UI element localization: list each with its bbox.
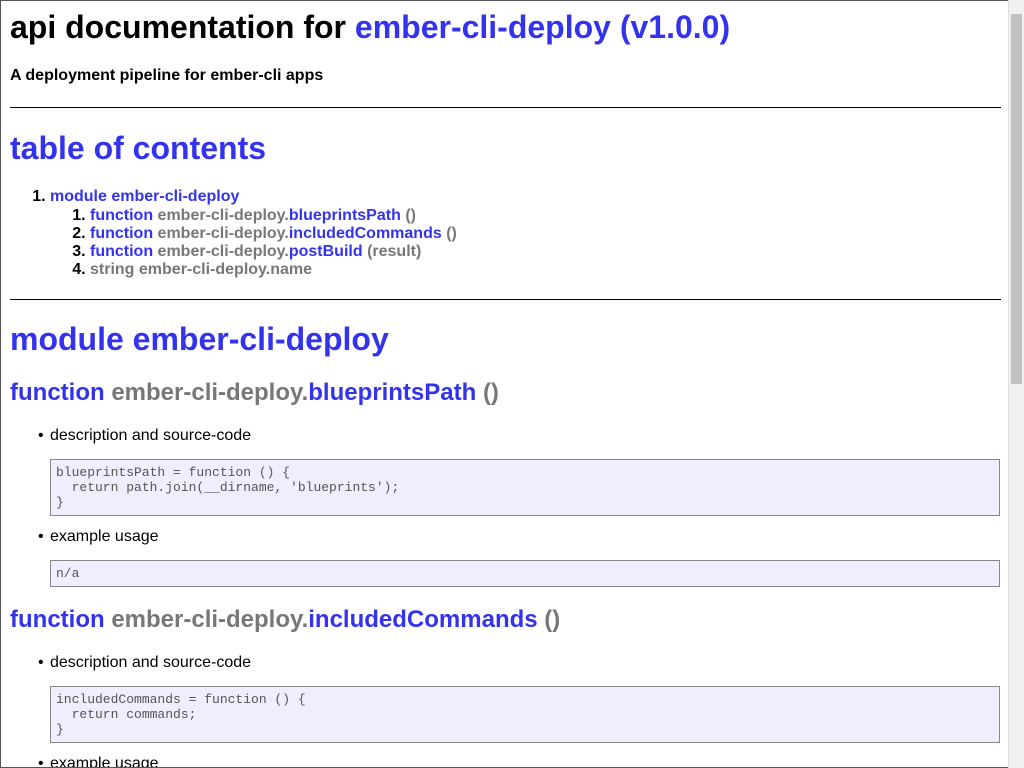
toc-item-string-name: string ember-cli-deploy.name [90, 261, 312, 278]
page-frame: api documentation for ember-cli-deploy (… [0, 0, 1024, 768]
toc-item: function ember-cli-deploy.postBuild (res… [90, 243, 457, 261]
example-label: example usage [38, 528, 158, 546]
module-heading[interactable]: module ember-cli-deploy [10, 321, 389, 358]
example-code-block: n/a [50, 560, 1000, 587]
toc-item-name: includedCommands [288, 225, 442, 242]
function-args: () [482, 379, 499, 406]
function-prefix: ember-cli-deploy. [111, 379, 309, 406]
description-label: description and source-code [38, 427, 251, 445]
toc-item-prefix: ember-cli-deploy. [157, 225, 289, 242]
toc-list: module ember-cli-deploy function ember-c… [10, 187, 457, 279]
toc-module-link[interactable]: module ember-cli-deploy [50, 188, 239, 205]
toc-item-link-postbuild[interactable]: function ember-cli-deploy.postBuild (res… [90, 243, 421, 260]
toc-item-name: blueprintsPath [288, 207, 401, 224]
page-title: api documentation for ember-cli-deploy (… [10, 9, 730, 46]
vertical-scrollbar[interactable] [1008, 0, 1024, 768]
scrollbar-thumb[interactable] [1011, 14, 1022, 384]
toc-item-name: name [270, 261, 312, 278]
example-label: example usage [38, 755, 158, 767]
toc-item-kind: string [90, 261, 135, 278]
toc-item-prefix: ember-cli-deploy. [157, 243, 289, 260]
description-label: description and source-code [38, 654, 251, 672]
toc-item: function ember-cli-deploy.blueprintsPath… [90, 207, 457, 225]
divider [10, 107, 1001, 108]
divider [10, 299, 1001, 300]
package-description: A deployment pipeline for ember-cli apps [10, 67, 324, 84]
function-kind: function [10, 379, 105, 406]
toc-item-args: () [446, 225, 457, 242]
function-kind: function [10, 606, 105, 633]
toc-item-name: postBuild [288, 243, 363, 260]
toc-item: function ember-cli-deploy.includedComman… [90, 225, 457, 243]
function-heading-includedcommands[interactable]: function ember-cli-deploy.includedComman… [10, 606, 560, 634]
function-name: includedCommands [308, 606, 538, 633]
function-args: () [544, 606, 561, 633]
toc-item-kind: function [90, 243, 154, 260]
toc-item-args: () [405, 207, 416, 224]
toc-item-kind: function [90, 207, 154, 224]
toc-item-prefix: ember-cli-deploy. [157, 207, 289, 224]
title-prefix: api documentation for [10, 9, 346, 45]
toc-item-link-blueprintspath[interactable]: function ember-cli-deploy.blueprintsPath… [90, 207, 416, 224]
function-heading-blueprintspath[interactable]: function ember-cli-deploy.blueprintsPath… [10, 379, 499, 407]
toc-item-link-includedcommands[interactable]: function ember-cli-deploy.includedComman… [90, 225, 457, 242]
toc-heading[interactable]: table of contents [10, 130, 266, 167]
toc-item-kind: function [90, 225, 154, 242]
toc-module-item: module ember-cli-deploy function ember-c… [50, 187, 457, 279]
toc-item-prefix: ember-cli-deploy. [138, 261, 271, 278]
function-prefix: ember-cli-deploy. [111, 606, 309, 633]
source-code-block: blueprintsPath = function () { return pa… [50, 459, 1000, 516]
toc-sublist: function ember-cli-deploy.blueprintsPath… [50, 207, 457, 279]
toc-item-args: (result) [367, 243, 422, 260]
toc-item: string ember-cli-deploy.name [90, 261, 457, 279]
package-link[interactable]: ember-cli-deploy (v1.0.0) [355, 9, 730, 45]
source-code-block: includedCommands = function () { return … [50, 686, 1000, 743]
function-name: blueprintsPath [308, 379, 477, 406]
